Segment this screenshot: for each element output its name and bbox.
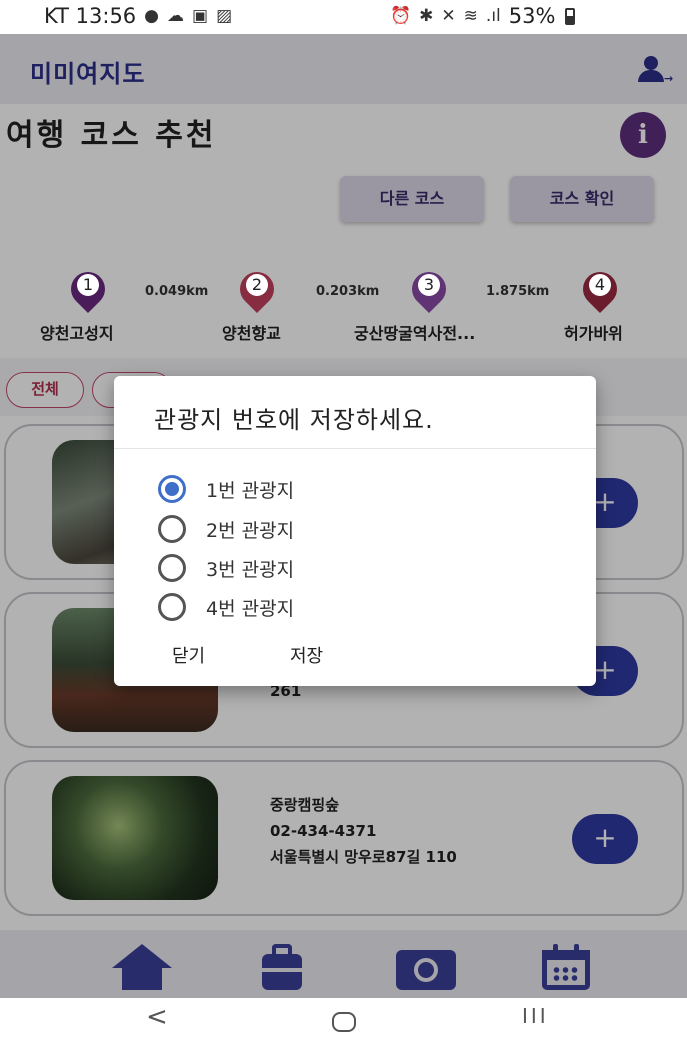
pin-number-2: 2	[240, 272, 274, 306]
recent-apps-icon[interactable]: III	[522, 1004, 549, 1028]
home-nav-icon[interactable]	[332, 1012, 356, 1032]
voicemail-icon: ▣	[192, 6, 209, 26]
battery-icon	[565, 7, 576, 25]
radio-option-1[interactable]: 1번 관광지	[158, 472, 294, 506]
gallery-icon: ▨	[216, 6, 233, 26]
save-button[interactable]: 저장	[290, 642, 323, 668]
status-left: KT 13:56 ● ☁ ▣ ▨	[44, 4, 232, 28]
close-button[interactable]: 닫기	[172, 642, 205, 668]
radio-icon[interactable]	[158, 593, 186, 621]
radio-icon[interactable]	[158, 554, 186, 582]
status-bar: KT 13:56 ● ☁ ▣ ▨ ⏰ ✱ ✕ ≋ .ıl 53%	[0, 0, 687, 34]
weather-icon: ☁	[167, 6, 185, 26]
alarm-icon: ⏰	[390, 6, 412, 26]
system-nav-bar: < III	[0, 998, 687, 1041]
radio-option-2[interactable]: 2번 관광지	[158, 512, 294, 546]
radio-option-4[interactable]: 4번 관광지	[158, 590, 294, 624]
pin-number-3: 3	[412, 272, 446, 306]
radio-option-3[interactable]: 3번 관광지	[158, 551, 294, 585]
radio-icon[interactable]	[158, 515, 186, 543]
radio-label: 4번 관광지	[206, 597, 295, 620]
back-icon[interactable]: <	[146, 1002, 168, 1032]
signal-icon: .ıl	[485, 6, 501, 26]
radio-label: 3번 관광지	[206, 558, 295, 581]
save-spot-dialog: 관광지 번호에 저장하세요. 1번 관광지 2번 관광지 3번 관광지 4번 관…	[114, 376, 596, 686]
dialog-divider	[114, 448, 596, 449]
carrier-time: KT 13:56	[44, 4, 137, 28]
talk-icon: ●	[144, 6, 160, 26]
bluetooth-icon: ✱	[419, 6, 434, 26]
dialog-title: 관광지 번호에 저장하세요.	[154, 406, 434, 434]
pin-number-1: 1	[71, 272, 105, 306]
pin-number-4: 4	[583, 272, 617, 306]
mute-icon: ✕	[441, 6, 456, 26]
status-right: ⏰ ✱ ✕ ≋ .ıl 53%	[390, 4, 576, 28]
wifi-icon: ≋	[463, 6, 478, 26]
battery-percent: 53%	[508, 4, 556, 28]
radio-selected-icon[interactable]	[158, 475, 186, 503]
radio-label: 2번 관광지	[206, 519, 295, 542]
radio-label: 1번 관광지	[206, 479, 295, 502]
